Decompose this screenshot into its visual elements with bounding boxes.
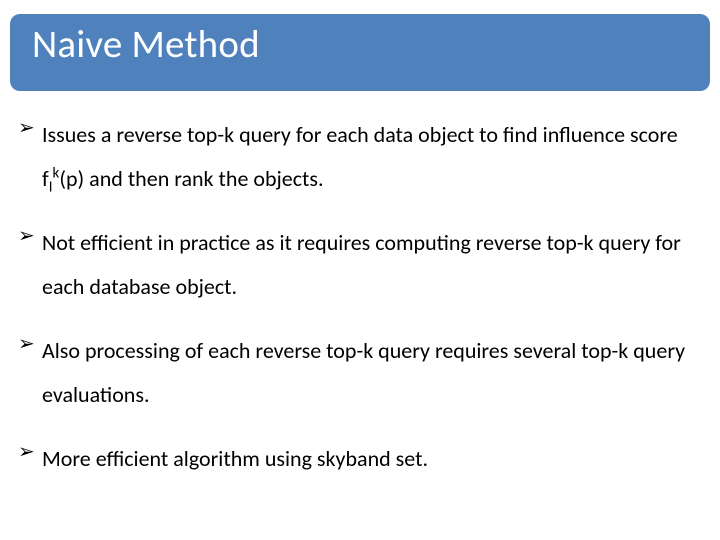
- bullet-text-post: (p) and then rank the objects.: [59, 165, 323, 192]
- triangle-bullet-icon: ➢: [16, 437, 42, 467]
- triangle-bullet-icon: ➢: [16, 221, 42, 251]
- triangle-bullet-icon: ➢: [16, 113, 42, 143]
- bullet-text: Also processing of each reverse top-k qu…: [42, 329, 696, 417]
- slide-body: ➢ Issues a reverse top-k query for each …: [10, 91, 710, 481]
- bullet-text: Issues a reverse top-k query for each da…: [42, 113, 696, 201]
- list-item: ➢ Also processing of each reverse top-k …: [16, 329, 696, 417]
- slide-title: Naive Method: [32, 21, 260, 68]
- list-item: ➢ Issues a reverse top-k query for each …: [16, 113, 696, 201]
- bullet-text: More efficient algorithm using skyband s…: [42, 437, 696, 481]
- slide: Naive Method ➢ Issues a reverse top-k qu…: [0, 0, 720, 540]
- slide-title-bar: Naive Method: [10, 14, 710, 91]
- bullet-text-pre: More efficient algorithm using skyband s…: [42, 445, 428, 472]
- triangle-bullet-icon: ➢: [16, 329, 42, 359]
- list-item: ➢ More efficient algorithm using skyband…: [16, 437, 696, 481]
- list-item: ➢ Not efficient in practice as it requir…: [16, 221, 696, 309]
- bullet-text-pre: Not efficient in practice as it requires…: [42, 229, 681, 300]
- bullet-text-pre: Also processing of each reverse top-k qu…: [42, 337, 685, 408]
- bullet-text: Not efficient in practice as it requires…: [42, 221, 696, 309]
